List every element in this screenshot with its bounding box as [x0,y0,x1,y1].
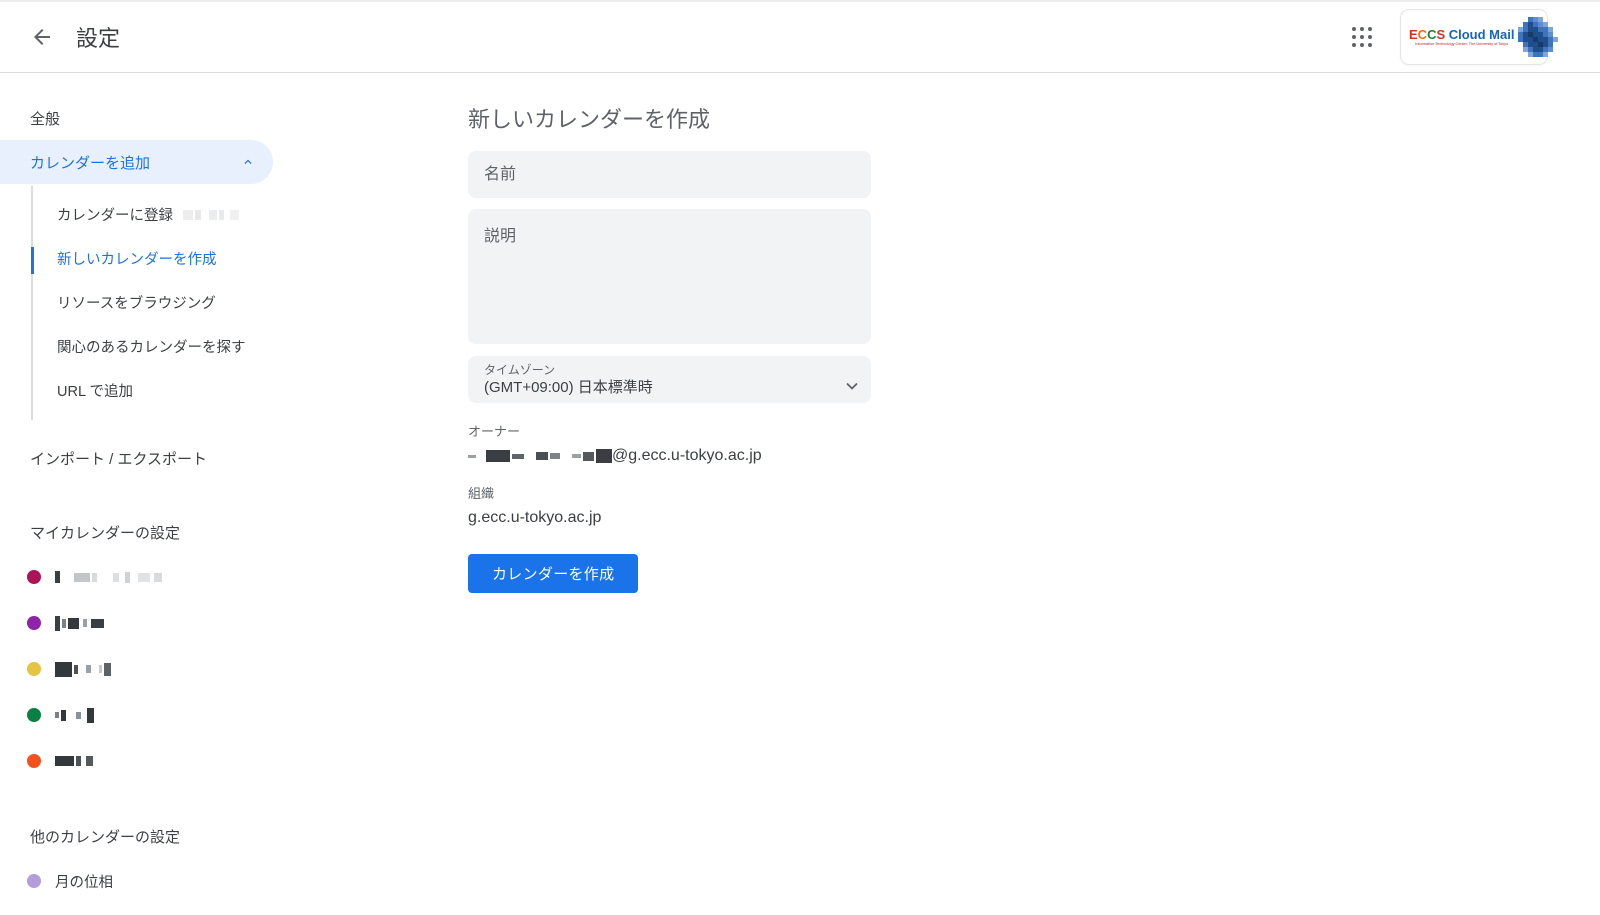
create-calendar-button[interactable]: カレンダーを作成 [468,554,638,593]
redacted-calendar-name [55,662,111,677]
my-calendar-row[interactable] [0,738,468,784]
other-calendars-heading: 他のカレンダーの設定 [0,814,468,858]
calendar-name: 月の位相 [55,871,113,892]
apps-grid-icon [1352,27,1372,47]
timezone-select[interactable]: タイムゾーン (GMT+09:00) 日本標準時 [468,356,871,403]
sidebar-item-browse-resources[interactable]: リソースをブラウジング [33,282,266,326]
sidebar-item-add-calendar[interactable]: カレンダーを追加 [0,140,273,184]
calendar-color-dot [27,708,41,722]
dropdown-arrow-icon [846,377,858,395]
other-calendar-row-moon-phases[interactable]: 月の位相 [0,858,468,904]
timezone-value: (GMT+09:00) 日本標準時 [484,378,855,398]
sidebar-item-browse-interesting[interactable]: 関心のあるカレンダーを探す [33,326,258,370]
sidebar-item-general[interactable]: 全般 [0,96,468,140]
sidebar-item-subscribe-calendar[interactable]: カレンダーに登録 [33,194,266,238]
sidebar-item-label: 新しいカレンダーを作成 [57,252,217,268]
logo-rest: Cloud Mail [1445,27,1514,42]
calendar-color-dot [27,874,41,888]
sidebar-item-from-url[interactable]: URL で追加 [33,370,266,414]
calendar-name-input[interactable] [468,151,871,198]
eccs-logo: ECCS Cloud Mail Information Technology C… [1409,28,1514,47]
sidebar-item-label: URL で追加 [57,384,133,400]
create-calendar-form: 新しいカレンダーを作成 タイムゾーン (GMT+09:00) 日本標準時 オーナ… [468,73,871,904]
calendar-color-dot [27,662,41,676]
page-title: 設定 [76,21,120,53]
form-heading: 新しいカレンダーを作成 [468,96,871,140]
sidebar-item-label: 関心のあるカレンダーを探す [57,340,246,356]
back-arrow-icon [30,25,54,49]
redacted-calendar-name [55,616,104,631]
my-calendar-row[interactable] [0,646,468,692]
sidebar-item-create-calendar[interactable]: 新しいカレンダーを作成 [33,238,266,282]
owner-label: オーナー [468,421,871,440]
owner-value: @g.ecc.u-tokyo.ac.jp [468,447,871,465]
chevron-up-icon [241,155,255,169]
sidebar-item-label: カレンダーに登録 [57,208,173,224]
logo-letter: C [1418,27,1427,42]
logo-letter: S [1436,27,1445,42]
sidebar-item-import-export[interactable]: インポート / エクスポート [0,436,468,480]
avatar [1518,17,1558,57]
calendar-color-dot [27,754,41,768]
calendar-color-dot [27,616,41,630]
my-calendars-heading: マイカレンダーの設定 [0,510,468,554]
sidebar-item-label: インポート / エクスポート [30,448,207,469]
sidebar-item-label: カレンダーを追加 [30,152,150,173]
sidebar-item-label: 全般 [30,108,60,129]
redacted-calendar-name [55,571,162,583]
calendar-description-input[interactable] [468,209,871,344]
redacted-calendar-name [55,708,94,723]
app-header: 設定 ECCS Cloud Mail Information Technolog… [0,2,1600,73]
timezone-label: タイムゾーン [484,363,855,377]
redacted-text [183,210,239,220]
my-calendar-row[interactable] [0,692,468,738]
logo-subtext: Information Technology Center, The Unive… [1412,42,1512,46]
my-calendar-row[interactable] [0,600,468,646]
logo-letter: E [1409,27,1418,42]
add-calendar-sublist: カレンダーに登録 新しいカレンダーを作成 リソースをブラウジング 関心のあるカレ… [31,186,266,420]
owner-email-suffix: @g.ecc.u-tokyo.ac.jp [612,447,762,465]
redacted-owner-name [468,449,612,463]
settings-page: 設定 ECCS Cloud Mail Information Technolog… [0,0,1600,915]
redacted-calendar-name [55,756,93,766]
calendar-color-dot [27,570,41,584]
back-button[interactable] [22,17,62,57]
account-button[interactable]: ECCS Cloud Mail Information Technology C… [1400,9,1548,65]
organization-value: g.ecc.u-tokyo.ac.jp [468,509,871,527]
settings-sidebar: 全般 カレンダーを追加 カレンダーに登録 新しいカレンダーを作成 リソースをブラ… [0,73,468,904]
apps-grid-button[interactable] [1342,17,1382,57]
my-calendar-row[interactable] [0,554,468,600]
organization-label: 組織 [468,483,871,502]
sidebar-item-label: リソースをブラウジング [57,296,216,312]
